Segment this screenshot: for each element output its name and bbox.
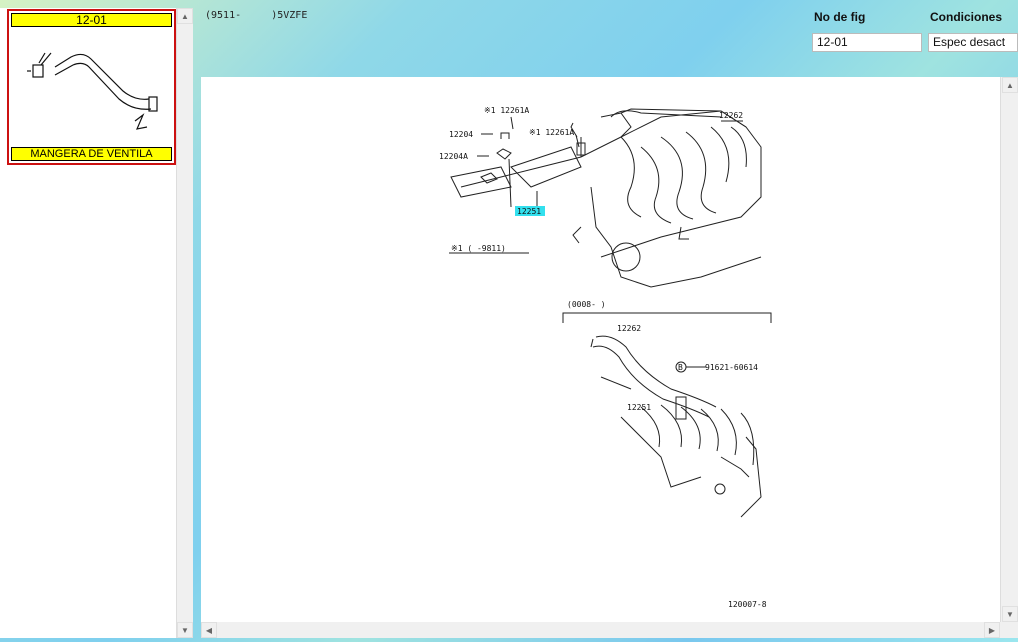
drawing-vertical-scrollbar[interactable]: ▲ ▼ [1000,77,1018,622]
thumbnail-figure-number: 12-01 [11,13,172,27]
footnote-12261a-range: ※1 ( -9811) [451,244,506,253]
scroll-up-arrow-icon[interactable]: ▲ [177,8,193,24]
drawing-horizontal-scrollbar[interactable]: ◀ ▶ [201,622,1000,638]
thumbnail-caption: MANGERA DE VENTILA [11,147,172,161]
figure-thumbnail-card[interactable]: 12-01 MANGERA DE VENTILA [7,9,176,165]
label-circle-b: B [678,363,683,372]
model-range-title: (9511- )5VZFE [205,10,308,21]
conditions-label: Condiciones [930,10,1003,24]
conditions-field[interactable]: Espec desact [928,33,1018,52]
scroll-up-arrow-icon[interactable]: ▲ [1002,77,1018,93]
label-12251-bottom: 12251 [627,403,651,412]
parts-diagram: ※1 12261A ※1 12261A 12204 12204A 12262 1… [201,77,1000,622]
label-12262-top: 12262 [719,111,743,120]
thumbnail-pane: 12-01 MANGERA DE VENTILA ▲ ▼ [0,8,193,638]
label-12261a-top: ※1 12261A [484,106,529,115]
label-12251-highlighted[interactable]: 12251 [517,207,541,216]
fig-number-field[interactable]: 12-01 [812,33,922,52]
label-12204a: 12204A [439,152,468,161]
label-12262-bottom: 12262 [617,324,641,333]
scroll-down-arrow-icon[interactable]: ▼ [1002,606,1018,622]
scrollbar-corner [1000,622,1018,638]
scroll-left-arrow-icon[interactable]: ◀ [201,622,217,638]
thumbnail-vertical-scrollbar[interactable]: ▲ ▼ [176,8,193,638]
fig-number-label: No de fig [814,10,866,24]
hose-thumbnail-image [27,52,158,130]
scroll-down-arrow-icon[interactable]: ▼ [177,622,193,638]
label-12204: 12204 [449,130,473,139]
label-variant-range: (0008- ) [567,300,606,309]
scroll-right-arrow-icon[interactable]: ▶ [984,622,1000,638]
parts-diagram-canvas: ※1 12261A ※1 12261A 12204 12204A 12262 1… [439,106,772,609]
label-12261a-mid: ※1 12261A [529,128,574,137]
drawing-id: 120007-8 [728,600,767,609]
label-91621-60614: 91621-60614 [705,363,758,372]
